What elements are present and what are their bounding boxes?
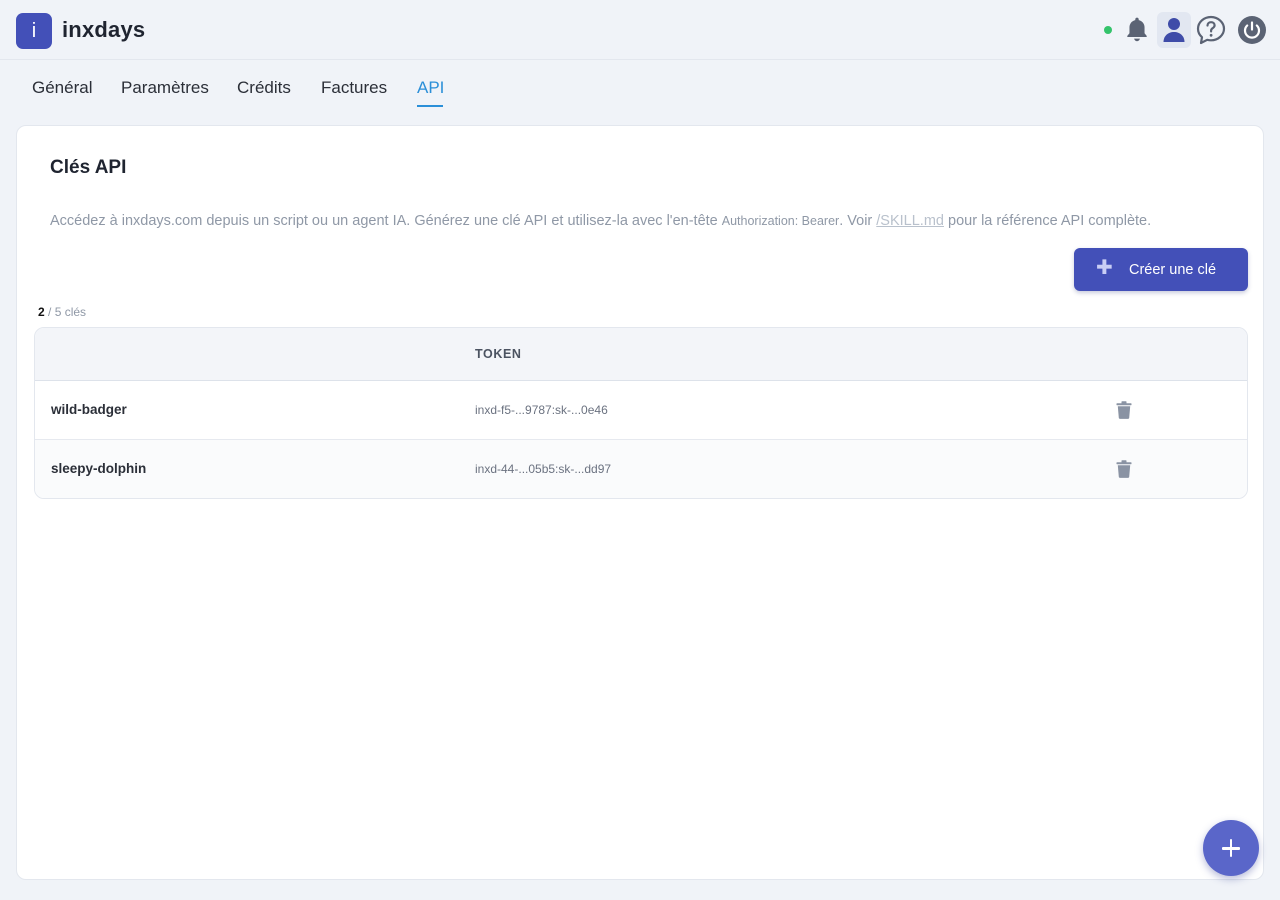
key-token: inxd-44-...05b5:sk-...dd97: [475, 462, 612, 476]
key-token: inxd-f5-...9787:sk-...0e46: [475, 403, 608, 417]
tab-credits[interactable]: Crédits: [237, 78, 291, 98]
app-name: inxdays: [62, 17, 146, 42]
column-header-token: TOKEN: [475, 347, 522, 361]
tab-api[interactable]: API: [417, 78, 444, 98]
logout-button[interactable]: [1235, 12, 1269, 48]
plus-icon: ✚: [1096, 257, 1113, 279]
table-header: TOKEN: [35, 328, 1247, 381]
profile-button[interactable]: [1157, 12, 1191, 48]
trash-icon: [1116, 401, 1132, 419]
description-text: . Voir: [839, 213, 877, 229]
key-name: sleepy-dolphin: [51, 461, 147, 476]
bell-icon: [1127, 17, 1147, 42]
api-description: Accédez à inxdays.com depuis un script o…: [50, 213, 1250, 229]
description-text: pour la référence API complète.: [943, 213, 1152, 229]
active-tab-indicator: [417, 105, 443, 107]
notifications-button[interactable]: [1120, 12, 1154, 48]
auth-header-code: Authorization: Bearer: [721, 214, 840, 228]
help-button[interactable]: [1194, 12, 1228, 48]
tab-factures[interactable]: Factures: [321, 78, 387, 98]
trash-icon: [1116, 460, 1132, 478]
top-bar: i inxdays: [0, 0, 1280, 60]
key-count-current: 2: [38, 305, 45, 319]
floating-add-button[interactable]: [1203, 820, 1259, 876]
plus-icon: [1229, 839, 1233, 857]
page-title: Clés API: [50, 157, 127, 178]
user-icon: [1163, 18, 1185, 42]
key-count-total: / 5 clés: [44, 305, 87, 319]
api-keys-card: Clés API Accédez à inxdays.com depuis un…: [16, 125, 1264, 880]
tab-parametres[interactable]: Paramètres: [121, 78, 209, 98]
table-row: sleepy-dolphin inxd-44-...05b5:sk-...dd9…: [35, 440, 1247, 498]
tab-general[interactable]: Général: [32, 78, 92, 98]
create-key-label: Créer une clé: [1129, 262, 1217, 278]
key-name: wild-badger: [51, 402, 127, 417]
app-logo[interactable]: i: [16, 13, 52, 49]
api-keys-table: TOKEN wild-badger inxd-f5-...9787:sk-...…: [34, 327, 1248, 499]
help-icon: [1196, 15, 1226, 45]
skill-doc-link[interactable]: /SKILL.md: [876, 213, 944, 229]
status-indicator: [1104, 26, 1112, 34]
table-row: wild-badger inxd-f5-...9787:sk-...0e46: [35, 381, 1247, 440]
delete-key-button[interactable]: [1116, 460, 1134, 480]
key-count: 2 / 5 clés: [38, 305, 86, 319]
power-icon: [1238, 16, 1266, 44]
delete-key-button[interactable]: [1116, 401, 1134, 421]
description-text: Accédez à inxdays.com depuis un script o…: [50, 213, 722, 229]
create-key-button[interactable]: ✚ Créer une clé: [1074, 248, 1248, 291]
